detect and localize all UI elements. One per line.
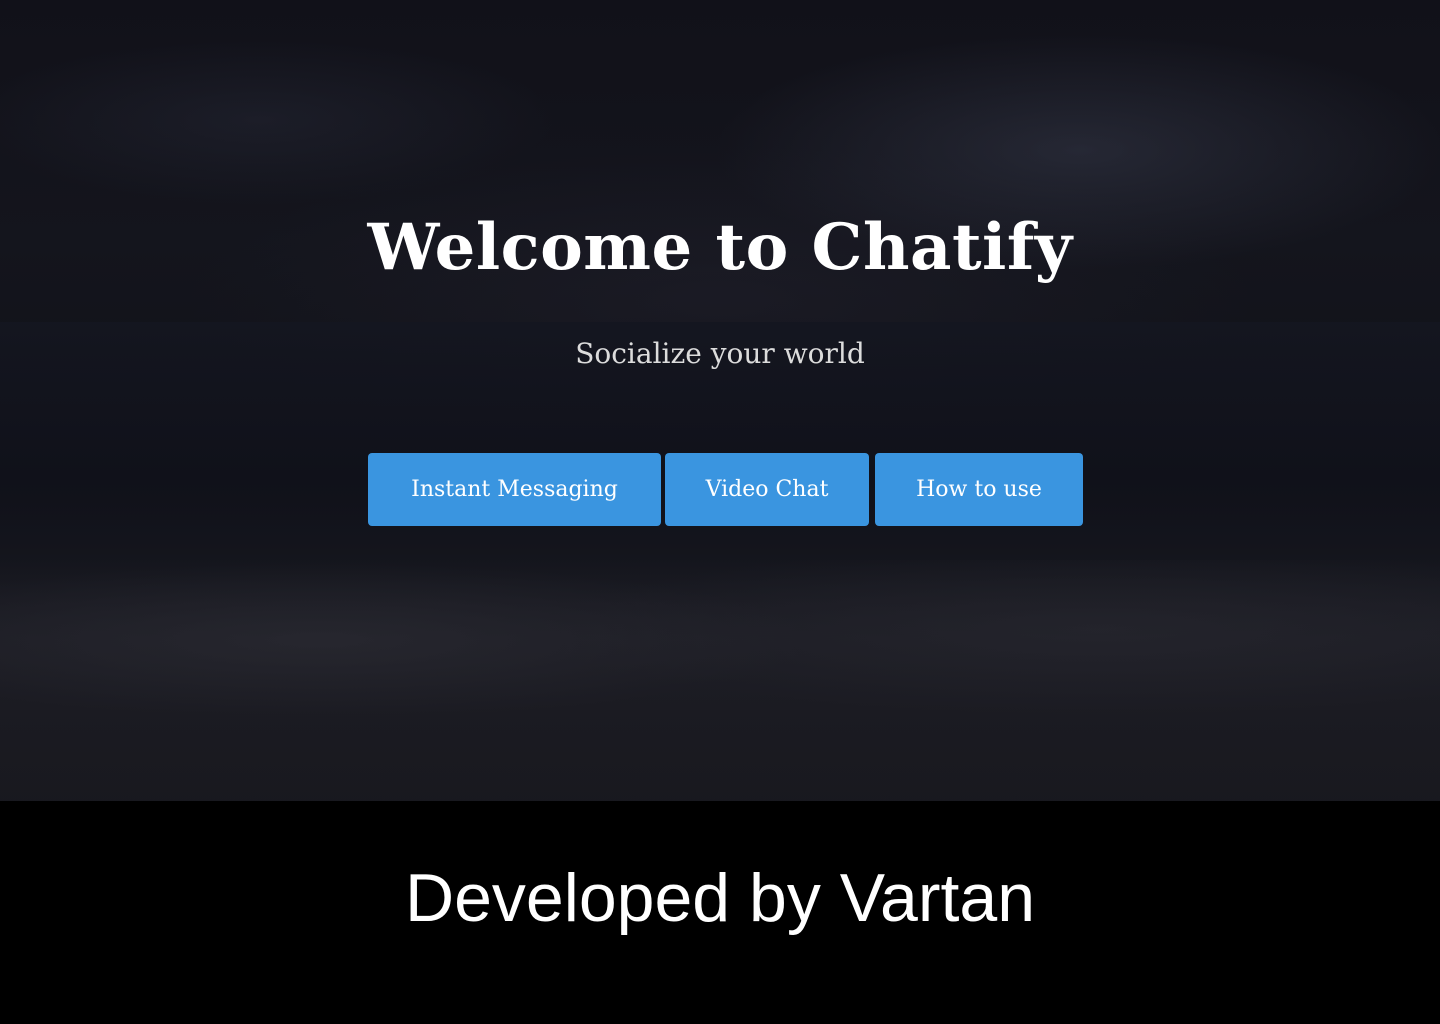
hero-title: Welcome to Chatify: [367, 210, 1073, 285]
hero-subtitle: Socialize your world: [575, 337, 865, 370]
video-chat-button[interactable]: Video Chat: [665, 453, 869, 526]
instant-messaging-button[interactable]: Instant Messaging: [368, 453, 661, 526]
hero-section: Welcome to Chatify Socialize your world …: [0, 0, 1440, 801]
developer-credit: Developed by Vartan: [404, 860, 1036, 936]
how-to-use-button[interactable]: How to use: [875, 453, 1083, 526]
hero-dune-background: [0, 560, 1440, 801]
hero-button-group: Instant Messaging Video Chat How to use: [368, 453, 1088, 526]
